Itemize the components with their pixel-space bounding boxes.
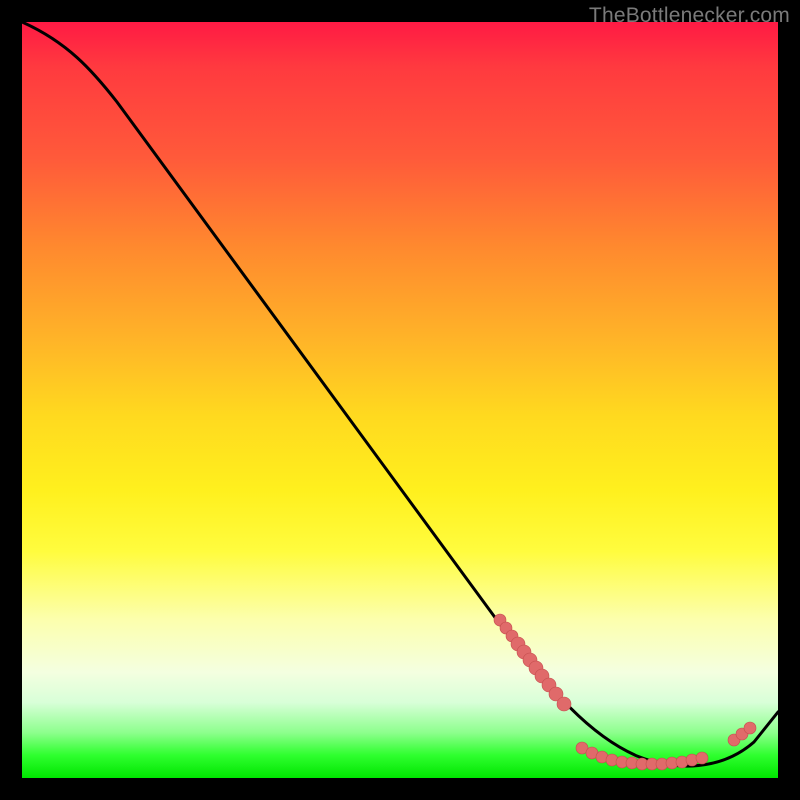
data-marker bbox=[646, 758, 658, 770]
curve-layer bbox=[22, 22, 778, 778]
plot-gradient-area bbox=[22, 22, 778, 778]
data-marker bbox=[576, 742, 588, 754]
data-marker bbox=[728, 734, 740, 746]
data-marker bbox=[586, 747, 598, 759]
data-marker bbox=[523, 653, 537, 667]
data-marker bbox=[557, 697, 571, 711]
data-marker bbox=[535, 669, 549, 683]
data-marker bbox=[696, 752, 708, 764]
data-marker bbox=[517, 645, 531, 659]
data-marker bbox=[511, 637, 525, 651]
data-marker bbox=[636, 758, 648, 770]
data-marker bbox=[626, 757, 638, 769]
data-marker bbox=[549, 687, 563, 701]
attribution-text: TheBottlenecker.com bbox=[589, 4, 790, 28]
chart-stage: TheBottlenecker.com bbox=[0, 0, 800, 800]
data-marker bbox=[616, 756, 628, 768]
data-marker bbox=[606, 754, 618, 766]
response-curve bbox=[22, 22, 778, 766]
data-marker bbox=[656, 758, 668, 770]
data-marker bbox=[666, 757, 678, 769]
data-marker bbox=[686, 754, 698, 766]
marker-group bbox=[494, 614, 756, 770]
data-marker bbox=[542, 678, 556, 692]
data-marker bbox=[529, 661, 543, 675]
data-marker bbox=[744, 722, 756, 734]
data-marker bbox=[506, 630, 518, 642]
data-marker bbox=[736, 728, 748, 740]
data-marker bbox=[494, 614, 506, 626]
data-marker bbox=[676, 756, 688, 768]
data-marker bbox=[596, 751, 608, 763]
data-marker bbox=[500, 622, 512, 634]
